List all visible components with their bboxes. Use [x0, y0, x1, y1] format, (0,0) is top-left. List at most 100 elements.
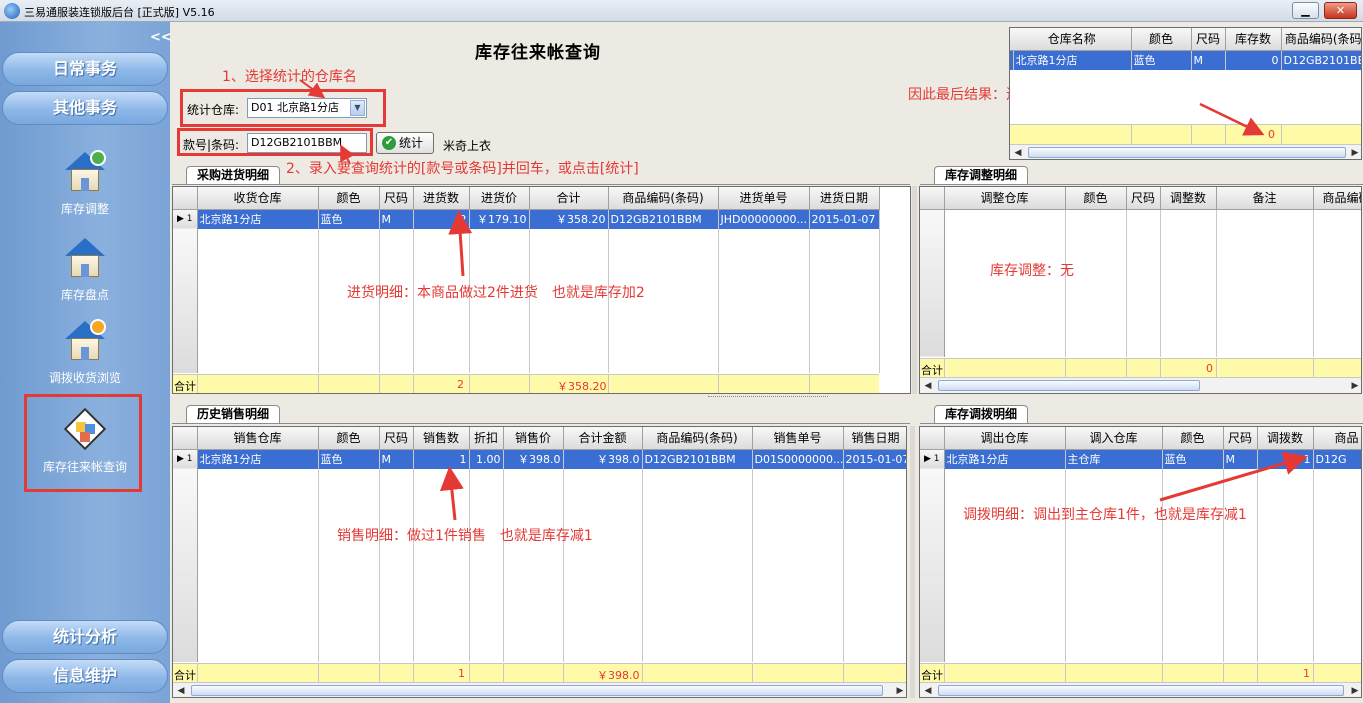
col-header[interactable]: 库存数	[1225, 28, 1282, 51]
col-header[interactable]: 调整数	[1160, 187, 1217, 210]
total-qty: 1	[1303, 667, 1310, 680]
col-header[interactable]: 折扣	[469, 427, 504, 450]
col-header[interactable]: 调拨数	[1257, 427, 1314, 450]
col-header[interactable]: 销售数	[413, 427, 470, 450]
scroll-left-icon[interactable]: ◀	[1011, 146, 1025, 159]
col-header[interactable]: 颜色	[318, 187, 380, 210]
scroll-thumb[interactable]	[191, 685, 883, 696]
cell: M	[1191, 50, 1226, 70]
cell: 2015-01-07	[809, 209, 880, 229]
col-header[interactable]: 收货仓库	[197, 187, 319, 210]
col-header[interactable]: 尺码	[1191, 28, 1226, 51]
scroll-right-icon[interactable]: ▶	[1348, 684, 1361, 697]
col-header[interactable]: 颜色	[318, 427, 380, 450]
horizontal-scrollbar[interactable]: ◀ ▶	[920, 682, 1361, 697]
product-name: 米奇上衣	[443, 139, 492, 153]
col-header[interactable]: 合计	[529, 187, 609, 210]
col-header[interactable]: 仓库名称	[1013, 28, 1132, 51]
col-header[interactable]: 商品	[1313, 427, 1361, 450]
col-header[interactable]: 调整仓库	[944, 187, 1066, 210]
col-header[interactable]: 调入仓库	[1065, 427, 1163, 450]
horizontal-scrollbar[interactable]: ◀ ▶	[920, 377, 1361, 393]
col-header[interactable]: 调出仓库	[944, 427, 1066, 450]
col-header[interactable]: 尺码	[1126, 187, 1161, 210]
scroll-right-icon[interactable]: ▶	[893, 684, 906, 697]
scroll-thumb[interactable]	[938, 380, 1200, 391]
row-indicator-icon: ▶ 1	[920, 449, 945, 469]
col-header[interactable]: 尺码	[379, 187, 414, 210]
splitter[interactable]	[910, 426, 915, 698]
cell: 蓝色	[318, 449, 380, 469]
total-qty: 0	[1206, 362, 1213, 375]
close-button[interactable]: ✕	[1324, 2, 1357, 19]
tab-stock-transfer-detail[interactable]: 库存调拨明细	[934, 405, 1029, 423]
scroll-thumb[interactable]	[1028, 147, 1346, 158]
col-header[interactable]: 合计金额	[563, 427, 643, 450]
warehouse-select[interactable]: D01 北京路1分店 ▼	[247, 98, 367, 118]
col-header[interactable]: 销售仓库	[197, 427, 319, 450]
table-row[interactable]: ▶ 1 北京路1分店 蓝色 M 1 1.00 ￥398.0 ￥398.0 D12…	[173, 449, 906, 469]
nav-daily-affairs[interactable]: 日常事务	[2, 52, 168, 86]
stat-button[interactable]: ✔ 统计	[376, 132, 434, 154]
col-header[interactable]: 商品编码	[1313, 187, 1361, 210]
scroll-left-icon[interactable]: ◀	[921, 684, 935, 697]
col-header[interactable]: 销售单号	[752, 427, 844, 450]
col-header[interactable]: 颜色	[1131, 28, 1192, 51]
scroll-right-icon[interactable]: ▶	[1348, 379, 1361, 393]
cell: D12G	[1313, 449, 1361, 469]
total-qty: 1	[458, 667, 465, 680]
col-header[interactable]: 尺码	[379, 427, 414, 450]
sidebar-item-stock-adjust[interactable]: 库存调整	[20, 150, 150, 217]
col-header[interactable]: 颜色	[1162, 427, 1224, 450]
table-row[interactable]: ▶ 1 北京路1分店 蓝色 M 2 ￥179.10 ￥358.20 D12GB2…	[173, 209, 880, 229]
col-header[interactable]: 进货日期	[809, 187, 880, 210]
cell: ￥398.0	[563, 449, 643, 469]
cell: 北京路1分店	[1013, 50, 1132, 70]
cell: 北京路1分店	[197, 209, 319, 229]
col-header[interactable]: 销售价	[503, 427, 564, 450]
tab-stock-adjust-detail[interactable]: 库存调整明细	[934, 166, 1029, 184]
window-title: 三易通服装连锁版后台 [正式版] V5.16	[24, 6, 215, 19]
table-row[interactable]: ▶ 1 北京路1分店 主仓库 蓝色 M 1 D12G	[920, 449, 1361, 469]
sidebar-item-transfer-receipt[interactable]: 调拨收货浏览	[20, 319, 150, 386]
nav-other-affairs[interactable]: 其他事务	[2, 91, 168, 125]
col-header[interactable]: 尺码	[1223, 427, 1258, 450]
cell: 1.00	[469, 449, 504, 469]
col-header[interactable]: 商品编码(条码)	[1281, 28, 1361, 51]
splitter-handle[interactable]	[708, 396, 828, 400]
scroll-thumb[interactable]	[938, 685, 1344, 696]
collapse-sidebar-button[interactable]: <<	[150, 30, 172, 45]
col-header[interactable]: 进货单号	[718, 187, 810, 210]
sidebar-item-label: 库存盘点	[60, 288, 109, 302]
col-header[interactable]: 备注	[1216, 187, 1314, 210]
house-icon	[62, 238, 108, 280]
nav-statistics[interactable]: 统计分析	[2, 620, 168, 654]
house-edit-icon	[62, 150, 108, 194]
horizontal-scrollbar[interactable]: ◀ ▶	[173, 682, 906, 697]
col-header[interactable]: 进货价	[469, 187, 530, 210]
sidebar-item-stocktake[interactable]: 库存盘点	[20, 238, 150, 303]
scroll-left-icon[interactable]: ◀	[174, 684, 188, 697]
app-logo-icon	[4, 3, 20, 19]
total-stock: 0	[1268, 128, 1275, 141]
col-header[interactable]: 进货数	[413, 187, 470, 210]
tab-purchase-detail[interactable]: 采购进货明细	[186, 166, 281, 184]
nav-info-maintenance[interactable]: 信息维护	[2, 659, 168, 693]
scroll-right-icon[interactable]: ▶	[1348, 146, 1361, 159]
scroll-left-icon[interactable]: ◀	[921, 379, 935, 393]
minimize-button[interactable]: ▁	[1292, 2, 1319, 19]
chevron-down-icon[interactable]: ▼	[350, 100, 365, 116]
splitter[interactable]	[912, 186, 917, 394]
col-header[interactable]: 商品编码(条码)	[642, 427, 753, 450]
col-header[interactable]: 商品编码(条码)	[608, 187, 719, 210]
col-header[interactable]: 颜色	[1065, 187, 1127, 210]
sidebar-item-stock-ledger[interactable]: 库存往来帐查询	[20, 407, 150, 475]
horizontal-scrollbar[interactable]: ◀ ▶	[1010, 144, 1361, 159]
col-header[interactable]: 销售日期	[843, 427, 906, 450]
code-input[interactable]: D12GB2101BBM	[247, 133, 367, 153]
total-label: 合计	[921, 669, 943, 682]
tab-sales-history[interactable]: 历史销售明细	[186, 405, 281, 423]
table-row[interactable]: 北京路1分店 蓝色 M 0 D12GB2101BBM	[1010, 50, 1361, 70]
annotation-transfer: 调拨明细：调出到主仓库1件，也就是库存减1	[963, 507, 1247, 523]
warehouse-label: 统计仓库:	[187, 103, 240, 117]
